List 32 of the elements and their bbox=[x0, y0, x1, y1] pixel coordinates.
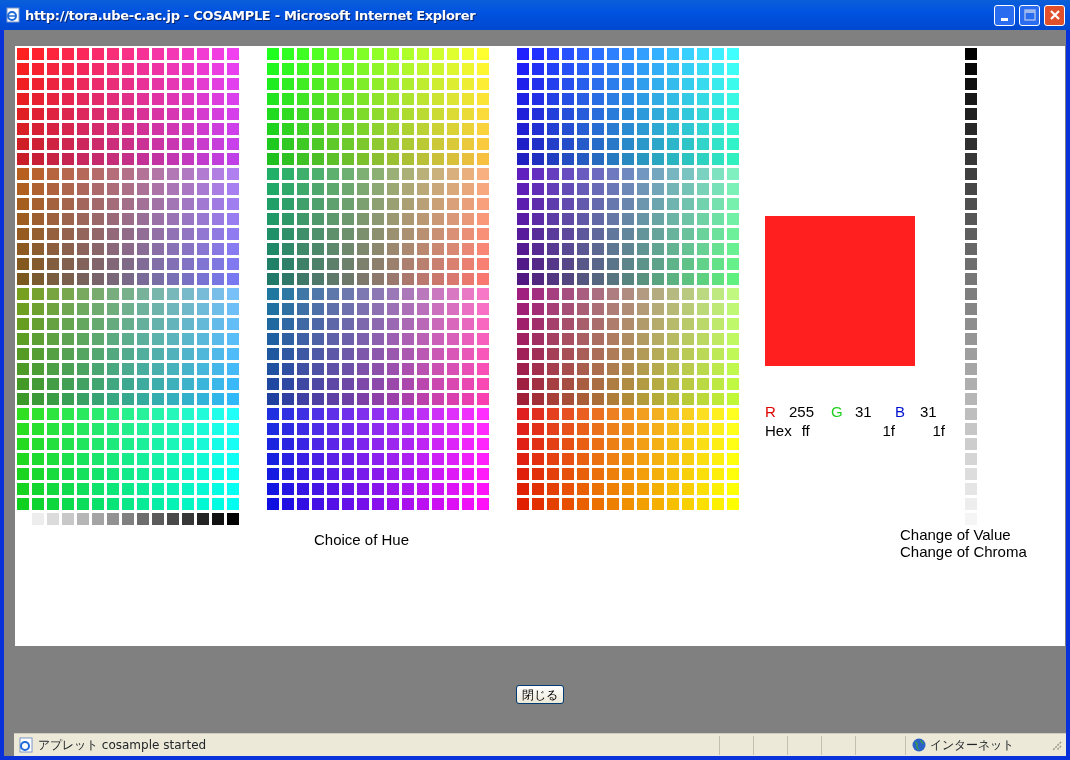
color-swatch-grid[interactable] bbox=[267, 48, 489, 510]
color-swatch-grid[interactable] bbox=[17, 48, 239, 510]
minimize-button[interactable] bbox=[994, 4, 1015, 26]
chroma-caption: Change of Chroma bbox=[900, 543, 1027, 560]
security-zone: インターネット bbox=[930, 736, 1014, 754]
value-caption: Change of Value bbox=[900, 526, 1012, 543]
maximize-button[interactable] bbox=[1019, 4, 1040, 26]
channel-label: R bbox=[765, 402, 777, 421]
status-message: アプレット cosample started bbox=[38, 736, 208, 754]
channel-label: B bbox=[895, 402, 906, 421]
channel-label: G bbox=[831, 402, 844, 421]
hex-value: 1f bbox=[931, 421, 945, 440]
shade-swatch-row[interactable] bbox=[32, 513, 239, 525]
globe-icon bbox=[912, 738, 926, 752]
close-icon bbox=[1048, 9, 1061, 21]
channel-value: 31 bbox=[920, 402, 938, 421]
window-title: http://tora.ube-c.ac.jp - COSAMPLE - Microsoft Internet Explorer bbox=[25, 7, 477, 23]
maximize-icon bbox=[1023, 9, 1036, 21]
hue-caption: Choice of Hue bbox=[314, 531, 411, 548]
channel-value: 31 bbox=[855, 402, 873, 421]
hex-label: Hex bbox=[765, 421, 792, 440]
close-button[interactable] bbox=[1044, 4, 1065, 26]
color-swatch-grid[interactable] bbox=[517, 48, 739, 510]
minimize-icon bbox=[1001, 17, 1008, 21]
browser-page-icon bbox=[5, 7, 21, 23]
browser-page-icon bbox=[18, 737, 34, 753]
resize-grip-icon[interactable] bbox=[1050, 739, 1062, 751]
shade-swatch-column[interactable] bbox=[965, 48, 977, 525]
hex-value: 1f bbox=[881, 421, 895, 440]
channel-value: 255 bbox=[789, 402, 816, 421]
hex-value: ff bbox=[801, 421, 810, 440]
close-button[interactable]: 閉じる bbox=[516, 685, 564, 704]
